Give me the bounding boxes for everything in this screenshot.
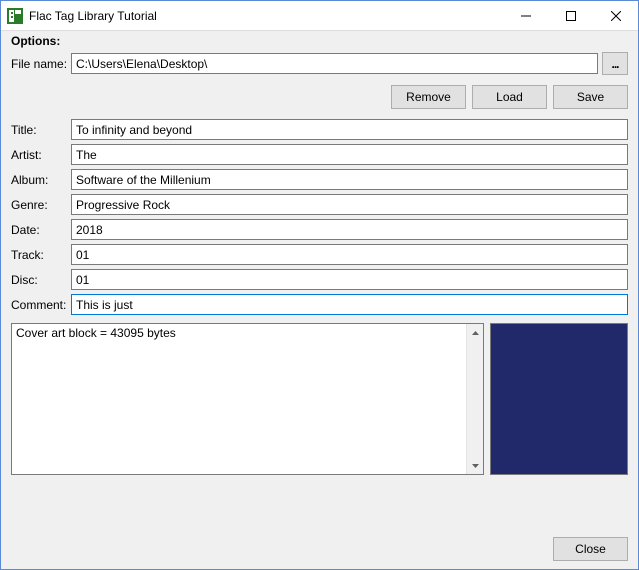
cover-preview: [490, 323, 628, 475]
close-button[interactable]: Close: [553, 537, 628, 561]
window-controls: [503, 1, 638, 30]
scroll-up-button[interactable]: [467, 324, 483, 341]
cover-list-item[interactable]: Cover art block = 43095 bytes: [16, 326, 176, 340]
title-input[interactable]: [71, 119, 628, 140]
file-label: File name:: [11, 57, 71, 71]
scroll-down-button[interactable]: [467, 457, 483, 474]
album-input[interactable]: [71, 169, 628, 190]
disc-row: Disc:: [11, 269, 628, 290]
action-row: Remove Load Save: [11, 85, 628, 109]
cover-list[interactable]: Cover art block = 43095 bytes: [11, 323, 484, 475]
date-label: Date:: [11, 223, 71, 237]
load-button[interactable]: Load: [472, 85, 547, 109]
genre-input[interactable]: [71, 194, 628, 215]
app-window: Flac Tag Library Tutorial Options: File …: [0, 0, 639, 570]
date-input[interactable]: [71, 219, 628, 240]
comment-label: Comment:: [11, 298, 71, 312]
scrollbar[interactable]: [466, 324, 483, 474]
save-button[interactable]: Save: [553, 85, 628, 109]
track-label: Track:: [11, 248, 71, 262]
titlebar: Flac Tag Library Tutorial: [1, 1, 638, 31]
comment-row: Comment:: [11, 294, 628, 315]
disc-label: Disc:: [11, 273, 71, 287]
file-input[interactable]: [71, 53, 598, 74]
options-label: Options:: [11, 34, 628, 48]
artist-input[interactable]: [71, 144, 628, 165]
title-label: Title:: [11, 123, 71, 137]
artist-row: Artist:: [11, 144, 628, 165]
comment-input[interactable]: [71, 294, 628, 315]
date-row: Date:: [11, 219, 628, 240]
content-area: Options: File name: ... Remove Load Save…: [1, 31, 638, 569]
window-title: Flac Tag Library Tutorial: [29, 9, 503, 23]
genre-label: Genre:: [11, 198, 71, 212]
cover-row: Cover art block = 43095 bytes: [11, 323, 628, 475]
footer: Close: [11, 531, 628, 561]
disc-input[interactable]: [71, 269, 628, 290]
album-label: Album:: [11, 173, 71, 187]
title-row: Title:: [11, 119, 628, 140]
album-row: Album:: [11, 169, 628, 190]
genre-row: Genre:: [11, 194, 628, 215]
remove-button[interactable]: Remove: [391, 85, 466, 109]
file-row: File name: ...: [11, 52, 628, 75]
browse-button[interactable]: ...: [602, 52, 628, 75]
track-row: Track:: [11, 244, 628, 265]
artist-label: Artist:: [11, 148, 71, 162]
close-window-button[interactable]: [593, 1, 638, 30]
track-input[interactable]: [71, 244, 628, 265]
maximize-button[interactable]: [548, 1, 593, 30]
spacer: [11, 475, 628, 531]
minimize-button[interactable]: [503, 1, 548, 30]
app-icon: [7, 8, 23, 24]
